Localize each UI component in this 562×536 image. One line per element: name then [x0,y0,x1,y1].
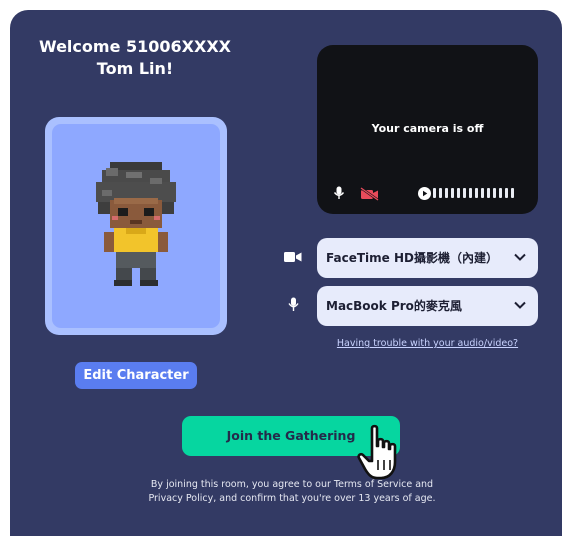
microphone-select[interactable]: MacBook Pro的麥克風 [317,286,538,326]
av-trouble-link[interactable]: Having trouble with your audio/video? [317,338,538,349]
play-icon[interactable] [418,187,431,200]
welcome-heading: Welcome 51006XXXX Tom Lin! [30,36,240,80]
camera-off-icon[interactable] [360,187,380,201]
avatar-card [45,117,227,335]
camera-status-text: Your camera is off [371,122,484,135]
chevron-down-icon [514,301,526,309]
hand-cursor-icon [357,424,397,480]
video-camera-icon [284,252,302,262]
microphone-select-value: MacBook Pro的麥克風 [326,299,462,313]
welcome-line-2: Tom Lin! [96,59,174,78]
camera-select[interactable]: FaceTime HD攝影機（內建） [317,238,538,278]
audio-level-meter [433,188,514,198]
legal-notice: By joining this room, you agree to our T… [120,478,464,506]
chevron-down-icon [514,253,526,261]
edit-character-button[interactable]: Edit Character [75,362,197,389]
welcome-line-1: Welcome 51006XXXX [39,37,231,56]
camera-select-value: FaceTime HD攝影機（內建） [326,251,498,265]
legal-line-2: Privacy Policy, and confirm that you're … [148,493,436,504]
avatar-sprite [96,162,176,286]
avatar-preview [52,124,220,328]
microphone-icon [288,297,299,311]
legal-line-1: By joining this room, you agree to our T… [150,479,434,490]
microphone-icon[interactable] [333,186,345,200]
